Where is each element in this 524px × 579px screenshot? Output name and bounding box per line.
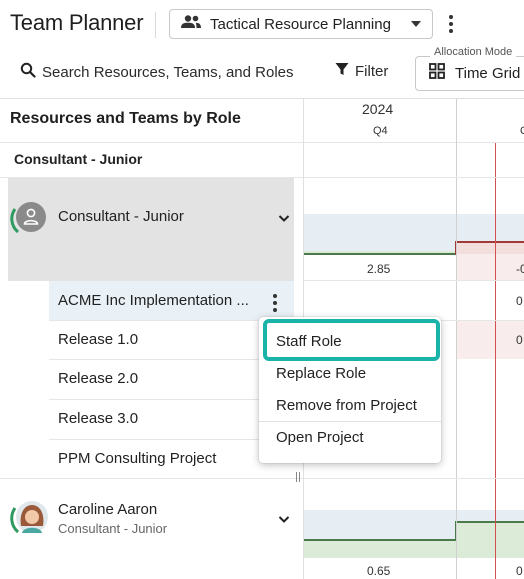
- allocation-mode-legend: Allocation Mode: [430, 46, 517, 58]
- project-label[interactable]: Release 3.0: [58, 410, 138, 427]
- person-name: Caroline Aaron: [58, 501, 158, 518]
- filter-button[interactable]: Filter: [335, 62, 388, 80]
- role-over-allocation-fill: [456, 242, 524, 254]
- row-divider: [0, 478, 524, 479]
- project-allocation-value: 0: [516, 333, 523, 347]
- expand-role-chevron-icon[interactable]: [277, 211, 291, 225]
- role-allocation-line: [304, 253, 456, 255]
- person-allocation-line: [304, 539, 456, 541]
- person-role: Consultant - Junior: [58, 521, 168, 536]
- release-1-over-allocation-cell: [456, 321, 524, 359]
- role-name: Consultant - Junior: [58, 208, 184, 225]
- today-marker-line: [495, 143, 496, 579]
- grid-top-border: [0, 98, 524, 99]
- project-more-menu-button[interactable]: [266, 289, 284, 317]
- row-divider: [49, 399, 294, 400]
- person-allocation-fill-next: [456, 522, 524, 558]
- app-title: Team Planner: [10, 10, 144, 35]
- project-label[interactable]: Release 2.0: [58, 370, 138, 387]
- grid-view-icon: [429, 63, 445, 84]
- panel-resize-handle[interactable]: [296, 472, 301, 482]
- search-label: Search Resources, Teams, and Roles: [42, 63, 294, 81]
- row-divider: [304, 280, 524, 281]
- left-panel-title: Resources and Teams by Role: [10, 110, 241, 127]
- expand-person-chevron-icon[interactable]: [277, 512, 291, 526]
- view-selector-label: Tactical Resource Planning: [210, 15, 391, 33]
- search-icon: [20, 62, 36, 82]
- person-avatar: [10, 496, 52, 543]
- allocation-mode-value: Time Grid: [455, 65, 521, 82]
- role-allocation-value: 2.85: [367, 262, 391, 276]
- view-selector-dropdown[interactable]: Tactical Resource Planning: [169, 9, 433, 39]
- staff-role-highlight-outline: [263, 319, 440, 361]
- search-button[interactable]: Search Resources, Teams, and Roles: [20, 62, 294, 82]
- role-over-allocation-cell: [456, 254, 524, 280]
- caret-down-icon: [410, 15, 422, 33]
- person-allocation-value: 0.65: [367, 564, 391, 578]
- person-allocation-value-next: 0: [516, 564, 523, 578]
- timeline-year: 2024: [362, 101, 394, 117]
- role-group-header: Consultant - Junior: [14, 151, 143, 167]
- grid-header-bottom-border: [0, 142, 524, 143]
- filter-label: Filter: [355, 62, 389, 80]
- filter-icon: [335, 62, 349, 80]
- timeline-next-quarter: Q: [520, 125, 524, 137]
- header-divider: [155, 12, 156, 38]
- menu-item-replace-role[interactable]: Replace Role: [259, 358, 441, 388]
- menu-item-open-project[interactable]: Open Project: [259, 422, 441, 452]
- quarter-separator: [456, 99, 457, 579]
- person-allocation-line-next: [456, 521, 524, 523]
- role-row[interactable]: [8, 178, 294, 281]
- header-more-menu-button[interactable]: [442, 10, 460, 38]
- row-divider: [49, 359, 294, 360]
- row-divider: [49, 439, 294, 440]
- project-allocation-value: 0: [516, 294, 523, 308]
- menu-item-remove-from-project[interactable]: Remove from Project: [259, 390, 441, 420]
- project-label[interactable]: PPM Consulting Project: [58, 450, 216, 467]
- project-label[interactable]: Release 1.0: [58, 331, 138, 348]
- role-avatar: [10, 198, 50, 243]
- project-label: ACME Inc Implementation ...: [58, 292, 249, 309]
- allocation-mode-select[interactable]: Time Grid: [415, 56, 524, 91]
- people-icon: [180, 14, 202, 35]
- person-allocation-fill-q4: [304, 540, 456, 558]
- role-over-allocation-line: [456, 241, 524, 243]
- role-allocation-value-next: -0: [516, 262, 524, 276]
- row-divider: [304, 177, 524, 178]
- timeline-quarter: Q4: [373, 125, 388, 137]
